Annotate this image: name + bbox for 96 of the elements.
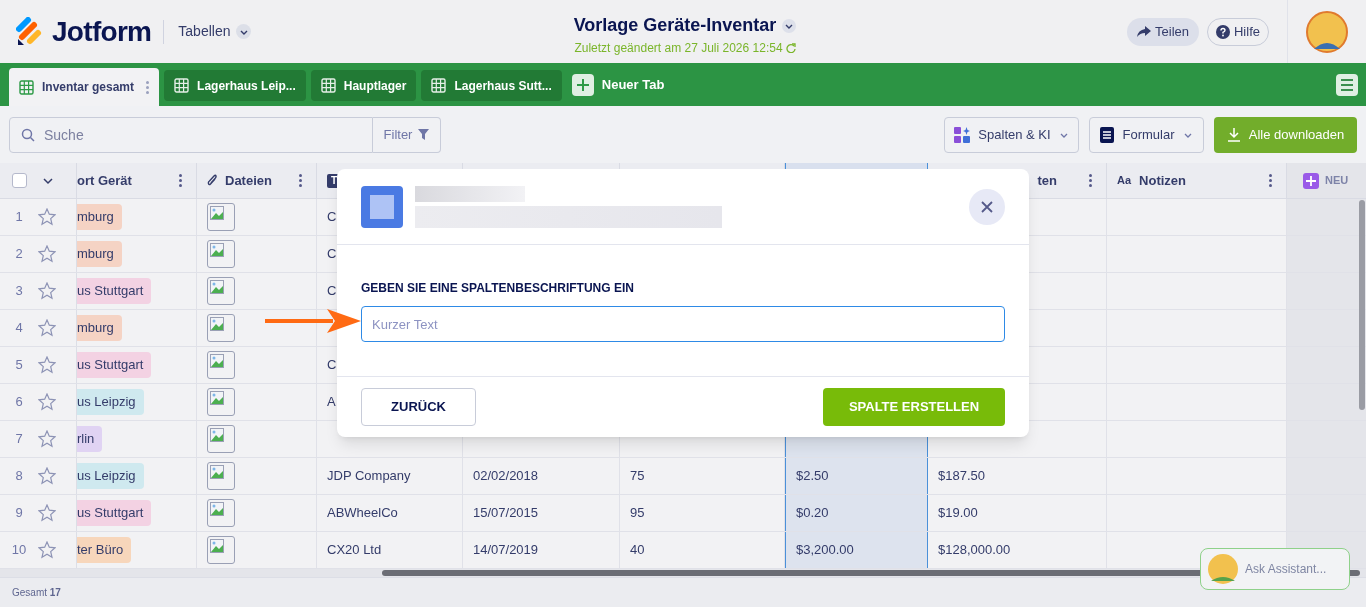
- table-icon: [431, 78, 447, 93]
- location-tag: mburg: [77, 241, 122, 267]
- form-icon: [1100, 126, 1115, 143]
- location-tag: rlin: [77, 426, 103, 452]
- broken-image-icon[interactable]: [207, 351, 235, 379]
- row-number: 1: [14, 208, 24, 227]
- broken-image-icon[interactable]: [207, 499, 235, 527]
- plus-icon: [571, 73, 594, 96]
- avatar-icon: [1207, 553, 1239, 585]
- tab[interactable]: Hauptlager: [310, 70, 417, 101]
- broken-image-icon[interactable]: [207, 203, 235, 231]
- caret-icon[interactable]: [43, 175, 53, 186]
- broken-image-icon[interactable]: [207, 425, 235, 453]
- location-tag: us Stuttgart: [77, 352, 152, 378]
- logo-text: Jotform: [52, 14, 152, 49]
- broken-image-icon[interactable]: [207, 536, 235, 564]
- plus-icon: [1303, 172, 1319, 189]
- star-icon[interactable]: [38, 393, 56, 411]
- search-field[interactable]: Suche: [9, 116, 373, 153]
- table-icon: [320, 78, 336, 93]
- table-cell: $2.50: [785, 458, 928, 494]
- tab[interactable]: Lagerhaus Sutt...: [421, 70, 562, 101]
- paperclip-icon: [207, 173, 217, 188]
- broken-image-icon[interactable]: [207, 277, 235, 305]
- row-number: 7: [14, 430, 24, 449]
- more-icon[interactable]: [299, 174, 302, 187]
- share-icon: [1137, 25, 1151, 38]
- row-number: 5: [14, 356, 24, 375]
- table-icon: [19, 79, 34, 95]
- location-tag: us Stuttgart: [77, 500, 152, 526]
- column-title: Notizen: [1139, 171, 1186, 190]
- table-cell: $3,200.00: [785, 532, 928, 568]
- column-header[interactable]: ort Gerät: [77, 163, 197, 198]
- download-icon: [1226, 127, 1241, 142]
- star-icon[interactable]: [38, 504, 56, 522]
- star-icon[interactable]: [38, 245, 56, 263]
- more-icon[interactable]: [1269, 174, 1272, 187]
- row-number: 3: [14, 282, 24, 301]
- total-count-text: Gesamt 17: [12, 586, 61, 600]
- star-icon[interactable]: [38, 467, 56, 485]
- row-number: 8: [14, 467, 24, 486]
- avatar-icon[interactable]: [1306, 10, 1348, 53]
- row-number: 6: [14, 393, 24, 412]
- location-tag: mburg: [77, 204, 122, 230]
- star-icon[interactable]: [38, 319, 56, 337]
- more-icon[interactable]: [1089, 174, 1092, 187]
- row-number: 10: [10, 541, 28, 560]
- help-icon: [1216, 24, 1230, 39]
- star-icon[interactable]: [38, 282, 56, 300]
- column-title: ort Gerät: [77, 171, 132, 190]
- columns-ai-button[interactable]: Spalten & KI: [944, 116, 1079, 153]
- share-button[interactable]: Teilen: [1127, 17, 1199, 46]
- location-tag: mburg: [77, 315, 122, 341]
- star-icon[interactable]: [38, 356, 56, 374]
- filter-button[interactable]: Filter: [373, 116, 441, 153]
- tab[interactable]: Inventar gesamt: [9, 68, 160, 106]
- new-tab-button[interactable]: Neuer Tab: [571, 73, 665, 96]
- row-number: 4: [14, 319, 24, 338]
- column-label-input[interactable]: Kurzer Text: [361, 306, 1005, 342]
- close-button[interactable]: [969, 188, 1005, 225]
- row-number: 9: [14, 504, 24, 523]
- refresh-icon[interactable]: [785, 43, 796, 53]
- star-icon[interactable]: [38, 541, 56, 559]
- column-title: Dateien: [225, 171, 272, 190]
- location-tag: us Stuttgart: [77, 278, 152, 304]
- location-tag: ter Büro: [77, 537, 132, 563]
- star-icon[interactable]: [38, 430, 56, 448]
- more-icon[interactable]: [179, 174, 182, 187]
- vertical-scrollbar[interactable]: [1359, 200, 1365, 410]
- select-all-checkbox[interactable]: [12, 173, 27, 188]
- tables-dropdown[interactable]: Tabellen: [178, 21, 252, 42]
- form-button[interactable]: Formular: [1089, 116, 1204, 153]
- filter-icon: [418, 129, 430, 140]
- location-tag: us Leipzig: [77, 389, 144, 415]
- caret-icon: [236, 24, 252, 39]
- broken-image-icon[interactable]: [207, 314, 235, 342]
- column-title: ten: [1037, 171, 1057, 190]
- more-icon[interactable]: [146, 80, 150, 94]
- back-button[interactable]: ZURÜCK: [361, 388, 476, 426]
- close-icon: [980, 199, 994, 214]
- broken-image-icon[interactable]: [207, 240, 235, 268]
- caret-icon[interactable]: [782, 18, 797, 33]
- location-tag: us Leipzig: [77, 463, 144, 489]
- row-number: 2: [14, 245, 24, 264]
- star-icon[interactable]: [38, 208, 56, 226]
- tab[interactable]: Lagerhaus Leip...: [164, 70, 306, 101]
- column-type-label: Aa: [1117, 173, 1132, 189]
- menu-icon[interactable]: [1336, 74, 1358, 96]
- table-title: Vorlage Geräte-Inventar: [573, 14, 777, 37]
- broken-image-icon[interactable]: [207, 388, 235, 416]
- table-cell: $0.20: [785, 495, 928, 531]
- table-icon: [174, 78, 190, 93]
- columns-sparkle-icon: [954, 126, 971, 143]
- broken-image-icon[interactable]: [207, 462, 235, 490]
- last-modified-text: Zuletzt geändert am 27 Juli 2026 12:54: [574, 40, 783, 57]
- column-type-icon: [361, 185, 403, 228]
